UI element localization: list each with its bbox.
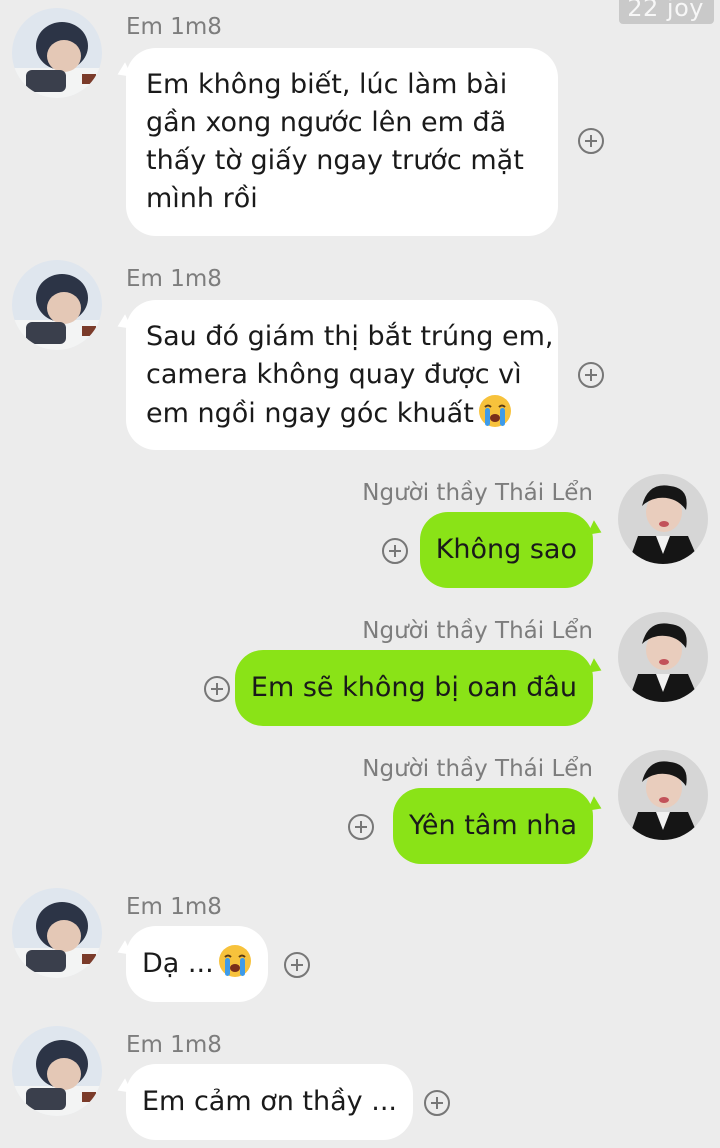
add-reaction-icon[interactable] bbox=[204, 676, 230, 702]
sender-name: Người thầy Thái Lển bbox=[362, 618, 593, 644]
message-text: Yên tâm nha bbox=[409, 810, 577, 841]
message-bubble[interactable]: Dạ ... bbox=[126, 926, 268, 1002]
sender-name: Em 1m8 bbox=[126, 894, 222, 920]
add-reaction-icon[interactable] bbox=[578, 362, 604, 388]
message-line: thấy tờ giấy ngay trước mặt bbox=[146, 145, 524, 176]
message-line: em ngồi ngay góc khuất bbox=[146, 394, 538, 439]
message-bubble[interactable]: Sau đó giám thị bắt trúng em, camera khô… bbox=[126, 300, 558, 450]
message-line: gần xong ngước lên em đã bbox=[146, 107, 507, 138]
message-bubble[interactable]: Không sao bbox=[419, 512, 593, 588]
add-reaction-icon[interactable] bbox=[578, 128, 604, 154]
message-bubble[interactable]: Yên tâm nha bbox=[393, 788, 593, 864]
message-text: em ngồi ngay góc khuất bbox=[146, 398, 474, 429]
avatar[interactable] bbox=[12, 260, 102, 350]
crying-face-emoji-icon bbox=[218, 932, 252, 1008]
sender-name: Người thầy Thái Lển bbox=[362, 756, 593, 782]
sender-name: Em 1m8 bbox=[126, 1032, 222, 1058]
avatar[interactable] bbox=[618, 750, 708, 840]
sender-name: Người thầy Thái Lển bbox=[362, 480, 593, 506]
message-text: Dạ ... bbox=[142, 948, 214, 979]
message-text: Không sao bbox=[435, 534, 577, 565]
avatar[interactable] bbox=[12, 888, 102, 978]
message-line: mình rồi bbox=[146, 183, 258, 214]
message-line: camera không quay được vì bbox=[146, 359, 522, 390]
message-line: Sau đó giám thị bắt trúng em, bbox=[146, 321, 554, 352]
avatar[interactable] bbox=[618, 612, 708, 702]
add-reaction-icon[interactable] bbox=[424, 1090, 450, 1116]
watermark: 22 joy bbox=[619, 0, 714, 24]
sender-name: Em 1m8 bbox=[126, 14, 222, 40]
sender-name: Em 1m8 bbox=[126, 266, 222, 292]
add-reaction-icon[interactable] bbox=[348, 814, 374, 840]
message-line: Em không biết, lúc làm bài bbox=[146, 69, 508, 100]
crying-face-emoji-icon bbox=[478, 394, 512, 439]
message-text: Em sẽ không bị oan đâu bbox=[250, 672, 577, 703]
message-bubble[interactable]: Em cảm ơn thầy ... bbox=[126, 1064, 413, 1140]
add-reaction-icon[interactable] bbox=[284, 952, 310, 978]
add-reaction-icon[interactable] bbox=[382, 538, 408, 564]
message-text: Em cảm ơn thầy ... bbox=[142, 1086, 397, 1117]
avatar[interactable] bbox=[12, 1026, 102, 1116]
avatar[interactable] bbox=[618, 474, 708, 564]
message-bubble[interactable]: Em sẽ không bị oan đâu bbox=[234, 650, 593, 726]
avatar[interactable] bbox=[12, 8, 102, 98]
message-bubble[interactable]: Em không biết, lúc làm bài gần xong ngướ… bbox=[126, 48, 558, 236]
